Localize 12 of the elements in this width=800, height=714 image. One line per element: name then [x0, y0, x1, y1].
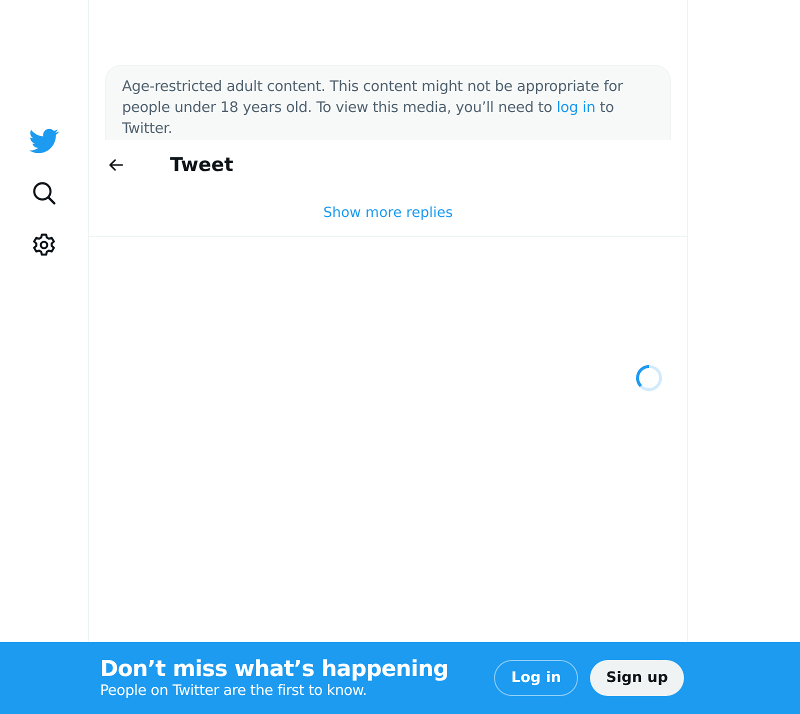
settings-icon[interactable]	[31, 232, 57, 258]
banner-subtitle: People on Twitter are the first to know.	[100, 683, 368, 699]
search-icon[interactable]	[31, 180, 57, 206]
login-link[interactable]: log in	[556, 100, 596, 116]
page-title: Tweet	[170, 154, 234, 176]
signup-button[interactable]: Sign up	[590, 660, 684, 696]
login-button[interactable]: Log in	[494, 660, 578, 696]
show-more-link[interactable]: Show more replies	[323, 205, 453, 221]
notice-text: Age-restricted adult content. This content might not be appropriate for people under 18 years old. To view this media, you’ll need to log in to Twitter.	[122, 78, 624, 139]
back-arrow-icon[interactable]	[107, 156, 125, 174]
banner-title: Don’t miss what’s happening	[100, 657, 448, 682]
bird-logo-icon[interactable]	[29, 126, 59, 156]
